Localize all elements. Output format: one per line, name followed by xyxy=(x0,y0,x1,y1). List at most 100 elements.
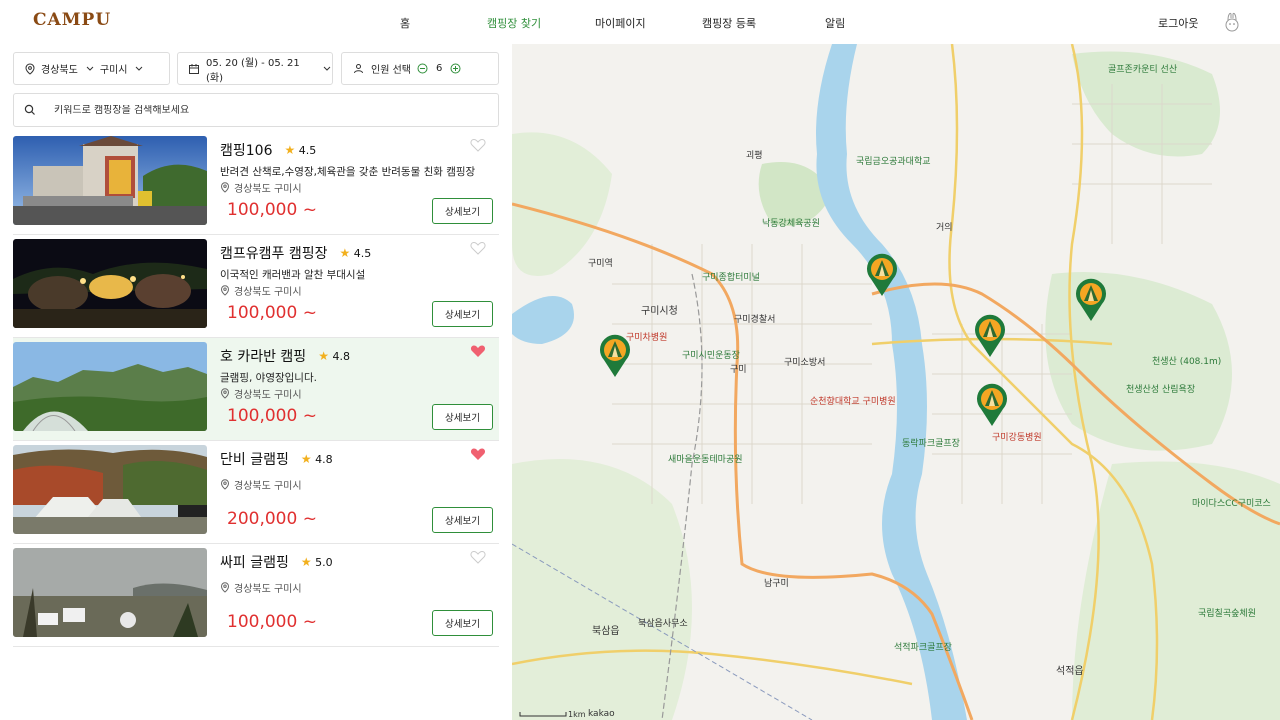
campsite-photo[interactable] xyxy=(13,136,207,225)
campsite-photo[interactable] xyxy=(13,239,207,328)
location-pin-icon xyxy=(220,182,230,193)
map-scale: 1km xyxy=(568,710,586,719)
map-label: 구미시민운동장 xyxy=(682,351,740,361)
nav-find-campsite[interactable]: 캠핑장 찾기 xyxy=(487,15,541,31)
detail-button[interactable]: 상세보기 xyxy=(432,610,493,636)
heart-filled-icon[interactable] xyxy=(470,344,486,358)
people-filter: 인원 선택 6 xyxy=(341,52,499,85)
people-count: 6 xyxy=(435,63,443,74)
detail-button[interactable]: 상세보기 xyxy=(432,301,493,327)
date-range[interactable]: 05. 20 (월) - 05. 21 (화) xyxy=(206,54,314,84)
date-filter[interactable]: 05. 20 (월) - 05. 21 (화) xyxy=(177,52,333,85)
detail-button[interactable]: 상세보기 xyxy=(432,507,493,533)
campsite-description: 이국적인 캐러밴과 알찬 부대시설 xyxy=(220,269,366,281)
nav-notifications[interactable]: 알림 xyxy=(825,15,845,31)
campu-logo[interactable]: CAMPU xyxy=(33,10,111,30)
map-label: 구미소방서 xyxy=(784,358,826,368)
heart-outline-icon[interactable] xyxy=(470,550,486,564)
map-label: 낙동강체육공원 xyxy=(762,219,820,229)
location-pin-icon xyxy=(220,582,230,593)
keyword-search xyxy=(13,93,499,127)
map-label: 구미종합터미널 xyxy=(702,273,760,283)
campsite-price: 100,000 ~ xyxy=(227,612,317,632)
star-icon: ★ xyxy=(339,246,351,260)
logout-button[interactable]: 로그아웃 xyxy=(1158,15,1198,31)
heart-outline-icon[interactable] xyxy=(470,241,486,255)
rating: ★ 4.5 xyxy=(284,143,317,157)
heart-filled-icon[interactable] xyxy=(470,447,486,461)
avatar-icon[interactable] xyxy=(1222,11,1242,33)
campsite-price: 100,000 ~ xyxy=(227,200,317,220)
rating: ★ 4.8 xyxy=(300,452,333,466)
campsite-photo[interactable] xyxy=(13,548,207,637)
chevron-down-icon[interactable] xyxy=(85,65,95,73)
campsite-name[interactable]: 호 카라반 캠핑 ★ 4.8 xyxy=(220,346,350,366)
chevron-down-icon[interactable] xyxy=(134,65,144,73)
map-label: 구미경찰서 xyxy=(734,315,776,325)
campsite-card[interactable]: 캠핑106 ★ 4.5 반려견 산책로,수영장,체육관을 갖춘 반려동물 친화 캠… xyxy=(13,132,499,235)
campsite-name[interactable]: 캠핑106 ★ 4.5 xyxy=(220,140,316,160)
detail-button[interactable]: 상세보기 xyxy=(432,404,493,430)
star-icon: ★ xyxy=(318,349,329,363)
campsite-description: 글램핑, 야영장입니다. xyxy=(220,372,317,384)
top-header: CAMPU 홈 캠핑장 찾기 마이페이지 캠핑장 등록 알림 로그아웃 xyxy=(0,0,1280,44)
city-select[interactable]: 구미시 xyxy=(100,61,128,76)
campsite-location: 경상북도 구미시 xyxy=(220,386,302,401)
map-label: 동락파크골프장 xyxy=(902,439,960,449)
heart-outline-icon[interactable] xyxy=(470,138,486,152)
campsite-price: 200,000 ~ xyxy=(227,509,317,529)
province-select[interactable]: 경상북도 xyxy=(41,61,78,76)
search-icon[interactable] xyxy=(24,104,36,116)
map-label: 국립금오공과대학교 xyxy=(856,157,931,167)
nav-home[interactable]: 홈 xyxy=(400,15,410,31)
chevron-down-icon[interactable] xyxy=(322,65,332,73)
campsite-photo[interactable] xyxy=(13,445,207,534)
map-label: 괴평 xyxy=(746,151,763,161)
campsite-location: 경상북도 구미시 xyxy=(220,580,302,595)
campsite-card[interactable]: 싸피 글램핑 ★ 5.0 경상북도 구미시 100,000 ~ 상세보기 xyxy=(13,544,499,647)
map-label: 북삼읍 xyxy=(592,626,620,637)
campsite-pin-icon[interactable] xyxy=(975,383,1009,427)
campsite-location: 경상북도 구미시 xyxy=(220,180,302,195)
campsite-pin-icon[interactable] xyxy=(973,314,1007,358)
campsite-card[interactable]: 호 카라반 캠핑 ★ 4.8 글램핑, 야영장입니다. 경상북도 구미시 100,… xyxy=(13,338,499,441)
map-label: 천생산성 산림욕장 xyxy=(1126,385,1196,395)
campsite-name[interactable]: 캠프유캠푸 캠핑장 ★ 4.5 xyxy=(220,243,371,263)
campsite-name[interactable]: 싸피 글램핑 ★ 5.0 xyxy=(220,552,333,572)
star-icon: ★ xyxy=(284,143,296,157)
minus-circle-icon[interactable] xyxy=(417,63,428,74)
map-label: 천생산 (408.1m) xyxy=(1152,357,1222,367)
map-label: 구미 xyxy=(730,365,747,375)
campsite-pin-icon[interactable] xyxy=(865,253,899,297)
search-input[interactable] xyxy=(54,104,454,116)
plus-circle-icon[interactable] xyxy=(450,63,461,74)
detail-button[interactable]: 상세보기 xyxy=(432,198,493,224)
campsite-price: 100,000 ~ xyxy=(227,406,317,426)
campsite-photo[interactable] xyxy=(13,342,207,431)
location-pin-icon xyxy=(220,388,230,399)
nav-register-campsite[interactable]: 캠핑장 등록 xyxy=(702,15,756,31)
map-label: 구미시청 xyxy=(641,306,678,317)
map-label: 구미강동병원 xyxy=(992,433,1042,443)
map-label: 새마을운동테마공원 xyxy=(668,455,743,465)
map-label: 마이다스CC구미코스 xyxy=(1192,499,1271,509)
campsite-location: 경상북도 구미시 xyxy=(220,477,302,492)
star-icon: ★ xyxy=(300,452,312,466)
campsite-pin-icon[interactable] xyxy=(598,334,632,378)
nav-mypage[interactable]: 마이페이지 xyxy=(595,15,646,31)
campsite-list: 캠핑106 ★ 4.5 반려견 산책로,수영장,체육관을 갖춘 반려동물 친화 캠… xyxy=(13,132,499,647)
rating: ★ 5.0 xyxy=(300,555,333,569)
map-label: 석적파크골프장 xyxy=(894,643,952,653)
campsite-card[interactable]: 단비 글램핑 ★ 4.8 경상북도 구미시 200,000 ~ 상세보기 xyxy=(13,441,499,544)
campsite-description: 반려견 산책로,수영장,체육관을 갖춘 반려동물 친화 캠핑장 xyxy=(220,166,476,178)
map-label: 거의 xyxy=(936,223,953,233)
location-pin-icon xyxy=(220,285,230,296)
map-label: 국립칠곡숲체원 xyxy=(1198,609,1256,619)
region-filter[interactable]: 경상북도 구미시 xyxy=(13,52,170,85)
campsite-pin-icon[interactable] xyxy=(1074,278,1108,322)
campsite-name[interactable]: 단비 글램핑 ★ 4.8 xyxy=(220,449,333,469)
kakao-logo: kakao xyxy=(588,709,615,719)
campsite-card[interactable]: 캠프유캠푸 캠핑장 ★ 4.5 이국적인 캐러밴과 알찬 부대시설 경상북도 구미… xyxy=(13,235,499,338)
campsite-map[interactable]: 구미역 구미시청 구미종합터미널 구미경찰서 구미소방서 순천향대학교 구미병원… xyxy=(512,44,1280,720)
map-label: 남구미 xyxy=(764,579,789,589)
